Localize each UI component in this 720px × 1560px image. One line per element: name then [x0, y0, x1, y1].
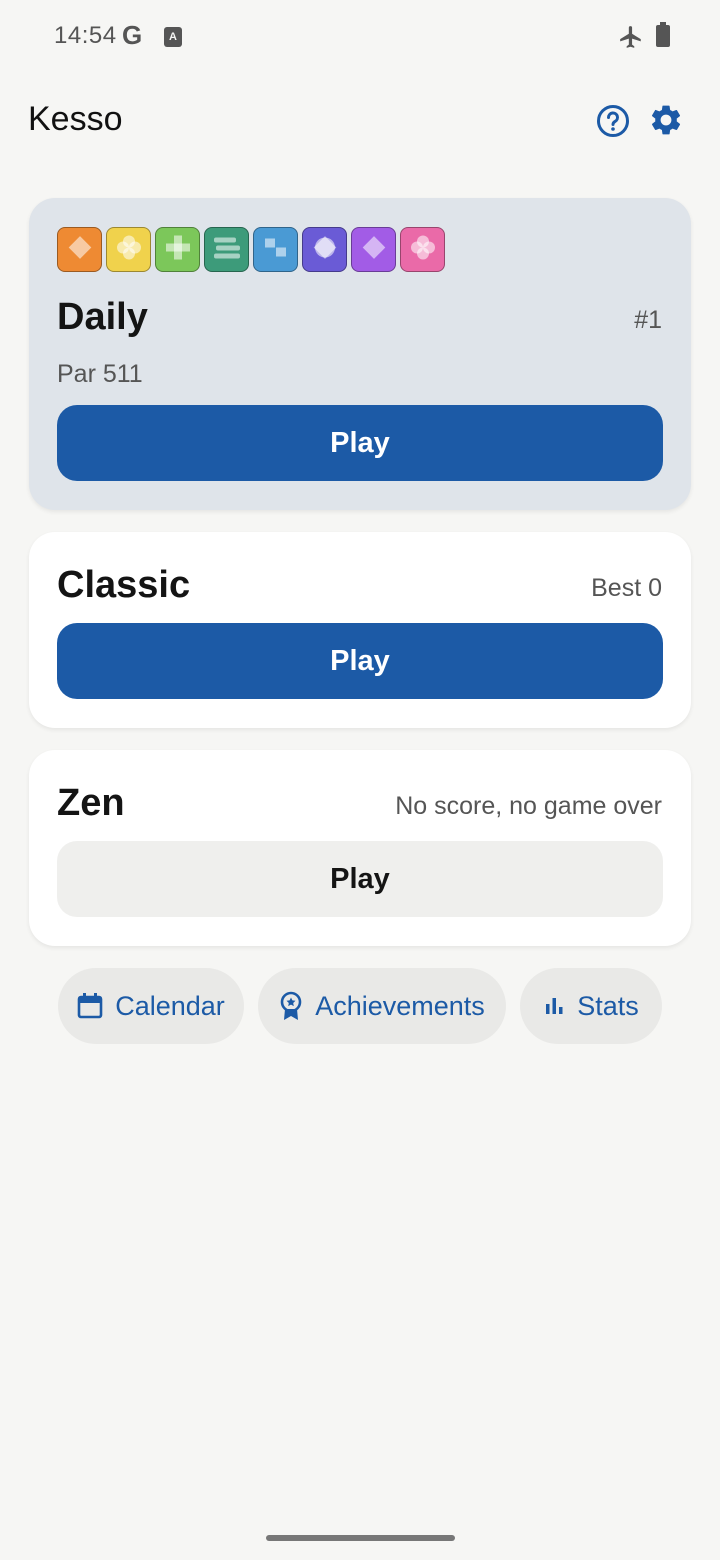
daily-tile-5: [253, 227, 298, 272]
status-time: 14:54: [54, 22, 117, 49]
star-icon: [311, 233, 339, 266]
stats-label: Stats: [577, 990, 639, 1021]
daily-tile-6: [302, 227, 347, 272]
diamond-icon: [361, 234, 387, 265]
daily-title: Daily: [57, 296, 148, 338]
zen-card: Zen No score, no game over Play: [29, 750, 691, 946]
classic-best-score: Best 0: [591, 574, 662, 602]
home-indicator[interactable]: [266, 1535, 455, 1541]
airplane-icon: [620, 26, 641, 48]
daily-tile-2: [106, 227, 151, 272]
award-icon: [280, 991, 302, 1020]
settings-button[interactable]: [648, 102, 684, 138]
app-title: Kesso: [28, 100, 123, 138]
zen-play-button[interactable]: Play: [57, 841, 663, 917]
daily-par: Par 511: [57, 360, 143, 388]
daily-tile-4: [204, 227, 249, 272]
zen-title: Zen: [57, 782, 125, 824]
classic-play-button[interactable]: Play: [57, 623, 663, 699]
daily-number: #1: [634, 306, 662, 334]
google-icon: G: [122, 20, 143, 50]
achievements-label: Achievements: [315, 990, 485, 1021]
lines-icon: [212, 234, 242, 265]
calendar-label: Calendar: [115, 990, 225, 1021]
calendar-button[interactable]: Calendar: [58, 968, 244, 1044]
daily-tile-8: [400, 227, 445, 272]
daily-tile-1: [57, 227, 102, 272]
plus-icon: [164, 233, 192, 266]
achievements-button[interactable]: Achievements: [258, 968, 506, 1044]
daily-tiles: [57, 227, 445, 272]
status-bar: 14:54 G A: [0, 0, 720, 72]
help-icon: [597, 105, 629, 137]
help-button[interactable]: [596, 104, 630, 138]
zen-subtitle: No score, no game over: [395, 792, 662, 820]
notification-icon: A: [164, 27, 182, 47]
daily-tile-3: [155, 227, 200, 272]
squares-icon: [262, 233, 290, 266]
stats-button[interactable]: Stats: [520, 968, 662, 1044]
flower-icon: [409, 233, 437, 266]
classic-title: Classic: [57, 564, 191, 606]
calendar-icon: [77, 993, 103, 1019]
daily-tile-7: [351, 227, 396, 272]
gear-icon: [652, 105, 681, 135]
flower-icon: [115, 233, 143, 266]
classic-card: Classic Best 0 Play: [29, 532, 691, 728]
bar-chart-icon: [546, 998, 563, 1014]
diamond-icon: [67, 234, 93, 265]
daily-play-button[interactable]: Play: [57, 405, 663, 481]
daily-card: Daily #1 Par 511 Play: [29, 198, 691, 510]
battery-icon: [656, 22, 670, 47]
